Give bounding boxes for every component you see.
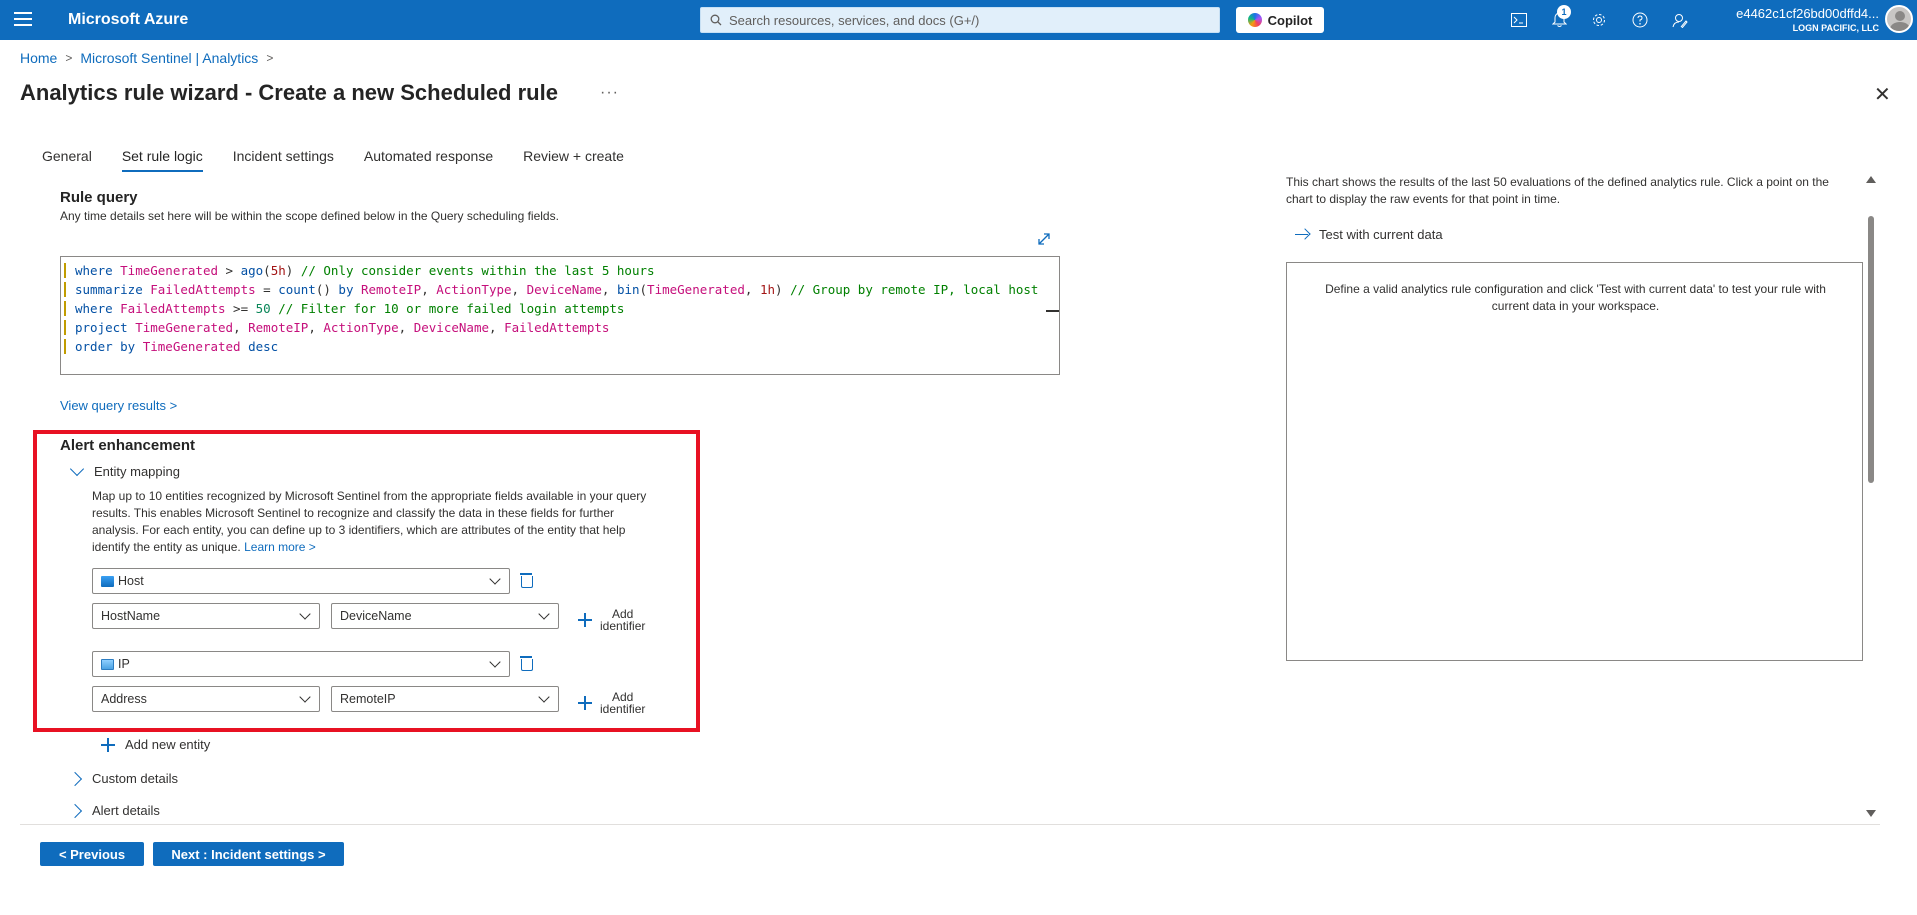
feedback-icon[interactable] [1670, 10, 1690, 30]
previous-button[interactable]: < Previous [40, 842, 144, 866]
chevron-down-icon [299, 608, 311, 620]
view-query-results-link[interactable]: View query results > [60, 398, 177, 413]
scrollbar-thumb[interactable] [1868, 216, 1874, 483]
breadcrumb: Home > Microsoft Sentinel | Analytics > [20, 50, 273, 66]
column-value: DeviceName [340, 609, 412, 623]
account-org: LOGN PACIFIC, LLC [1792, 23, 1879, 33]
search-icon [710, 14, 722, 26]
add-identifier-button[interactable]: Add identifier [578, 691, 645, 715]
rule-query-description: Any time details set here will be within… [60, 209, 559, 223]
plus-icon [578, 696, 592, 710]
tab-general[interactable]: General [42, 148, 92, 172]
wizard-tabs: General Set rule logic Incident settings… [42, 148, 654, 172]
entity-type-dropdown[interactable]: IP [92, 651, 510, 677]
query-line: summarize FailedAttempts = count() by Re… [61, 280, 1038, 299]
scroll-up-arrow-icon[interactable] [1866, 176, 1876, 183]
entity-mapping-label: Entity mapping [94, 464, 180, 479]
results-chart-description: This chart shows the results of the last… [1286, 175, 1829, 206]
more-options-icon[interactable]: ··· [600, 84, 619, 102]
chevron-right-icon [67, 803, 83, 818]
delete-entity-icon[interactable] [519, 655, 533, 671]
chevron-down-icon [299, 691, 311, 703]
tab-review-create[interactable]: Review + create [523, 148, 624, 172]
copilot-label: Copilot [1267, 12, 1313, 28]
breadcrumb-chevron-icon: > [266, 51, 274, 65]
expand-editor-icon[interactable] [1036, 231, 1052, 247]
search-placeholder: Search resources, services, and docs (G+… [729, 12, 980, 28]
column-dropdown[interactable]: RemoteIP [331, 686, 559, 712]
identifier-value: Address [101, 692, 147, 706]
custom-details-toggle[interactable]: Custom details [67, 771, 178, 786]
entity-type-value: Host [118, 574, 144, 588]
query-line: order by TimeGenerated desc [61, 337, 278, 356]
ip-address-icon [101, 658, 114, 670]
test-with-current-data-label: Test with current data [1319, 227, 1443, 242]
account-menu[interactable]: e4462c1cf26bd00dffd4... LOGN PACIFIC, LL… [1736, 6, 1879, 33]
settings-gear-icon[interactable] [1589, 10, 1609, 30]
test-with-current-data-button[interactable]: Test with current data [1295, 227, 1443, 242]
plus-icon [101, 737, 115, 752]
chevron-down-icon [489, 573, 501, 585]
tab-incident-settings[interactable]: Incident settings [233, 148, 334, 172]
alert-details-toggle[interactable]: Alert details [67, 803, 160, 818]
chevron-down-icon [489, 656, 501, 668]
column-dropdown[interactable]: DeviceName [331, 603, 559, 629]
brand-title[interactable]: Microsoft Azure [68, 11, 188, 29]
add-identifier-label: Add identifier [600, 607, 646, 633]
query-line: where TimeGenerated > ago(5h) // Only co… [61, 261, 655, 280]
entity-mapping-description: Map up to 10 entities recognized by Micr… [92, 488, 664, 556]
hamburger-menu-icon[interactable] [14, 12, 32, 28]
add-new-entity-button[interactable]: Add new entity [101, 737, 210, 752]
delete-entity-icon[interactable] [519, 572, 533, 588]
identifier-dropdown[interactable]: Address [92, 686, 320, 712]
notification-count-badge: 1 [1557, 5, 1571, 19]
breadcrumb-chevron-icon: > [65, 51, 73, 65]
entity-mapping-toggle[interactable]: Entity mapping [69, 461, 180, 479]
entity-type-value: IP [118, 657, 130, 671]
query-line: where FailedAttempts >= 50 // Filter for… [61, 299, 624, 318]
query-editor[interactable]: where TimeGenerated > ago(5h) // Only co… [60, 256, 1060, 375]
custom-details-label: Custom details [92, 771, 178, 786]
add-identifier-label: Add identifier [600, 690, 646, 716]
identifier-dropdown[interactable]: HostName [92, 603, 320, 629]
query-line: project TimeGenerated, RemoteIP, ActionT… [61, 318, 609, 337]
breadcrumb-home-link[interactable]: Home [20, 50, 57, 66]
avatar[interactable] [1885, 5, 1913, 33]
cloud-shell-icon[interactable] [1509, 10, 1529, 30]
chevron-down-icon [538, 608, 550, 620]
close-icon[interactable]: ✕ [1874, 82, 1891, 107]
footer-divider [20, 824, 1880, 825]
copilot-icon [1247, 13, 1262, 27]
alert-enhancement-title: Alert enhancement [60, 437, 196, 454]
chevron-down-icon [69, 461, 85, 477]
arrow-right-icon [1295, 229, 1309, 241]
column-value: RemoteIP [340, 692, 396, 706]
editor-scrollbar[interactable] [1046, 310, 1059, 312]
entity-mapping-desc-text: Map up to 10 entities recognized by Micr… [92, 489, 647, 554]
copilot-button[interactable]: Copilot [1236, 7, 1324, 33]
identifier-value: HostName [101, 609, 161, 623]
tab-set-rule-logic[interactable]: Set rule logic [121, 148, 203, 172]
global-search-input[interactable]: Search resources, services, and docs (G+… [700, 7, 1220, 33]
plus-icon [578, 613, 592, 627]
tab-automated-response[interactable]: Automated response [364, 148, 493, 172]
help-icon[interactable] [1630, 10, 1650, 30]
rule-query-title: Rule query [60, 189, 138, 206]
results-placeholder-text: Define a valid analytics rule configurat… [1325, 282, 1826, 313]
add-identifier-button[interactable]: Add identifier [578, 608, 645, 632]
chevron-right-icon [67, 771, 83, 786]
add-new-entity-label: Add new entity [125, 737, 211, 752]
entity-type-dropdown[interactable]: Host [92, 568, 510, 594]
account-name: e4462c1cf26bd00dffd4... [1736, 6, 1879, 21]
page-title: Analytics rule wizard - Create a new Sch… [20, 80, 558, 105]
host-icon [101, 575, 114, 587]
next-incident-settings-button[interactable]: Next : Incident settings > [153, 842, 344, 866]
scroll-down-arrow-icon[interactable] [1866, 810, 1876, 817]
alert-details-label: Alert details [92, 803, 160, 818]
learn-more-link[interactable]: Learn more > [244, 540, 316, 554]
breadcrumb-sentinel-link[interactable]: Microsoft Sentinel | Analytics [80, 50, 258, 66]
chevron-down-icon [538, 691, 550, 703]
top-bar: Microsoft Azure Search resources, servic… [0, 0, 1917, 40]
results-chart-area: Define a valid analytics rule configurat… [1286, 262, 1863, 661]
